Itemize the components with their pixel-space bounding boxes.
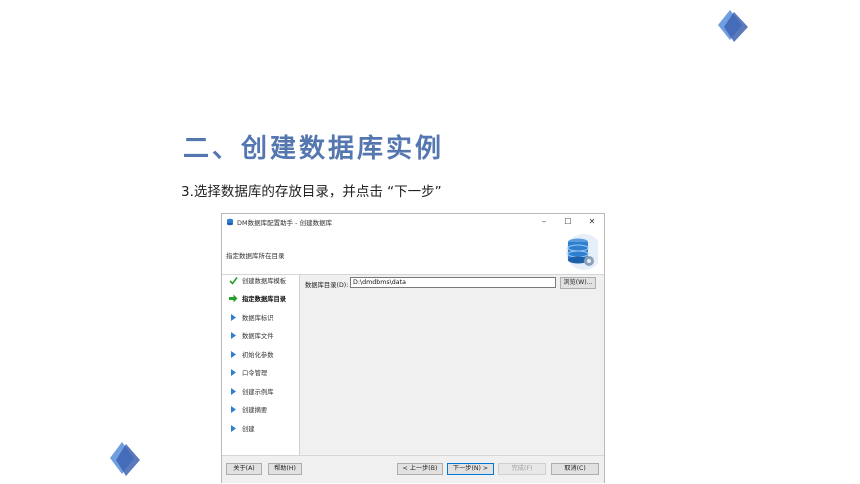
diamond-decoration-bottom xyxy=(110,442,140,476)
title-bar[interactable]: DM数据库配置助手 - 创建数据库 – ☐ ✕ xyxy=(222,214,604,230)
app-icon xyxy=(227,218,233,226)
step-db-identity: 数据库标识 xyxy=(228,312,273,322)
step-db-files: 数据库文件 xyxy=(228,331,273,341)
about-button[interactable]: 关于(A) xyxy=(226,463,262,475)
browse-button[interactable]: 浏览(W)... xyxy=(560,277,596,289)
db-directory-label: 数据库目录(D): xyxy=(305,282,349,289)
triangle-right-icon xyxy=(228,349,238,359)
minimize-button[interactable]: – xyxy=(532,214,556,230)
next-button[interactable]: 下一步(N) > xyxy=(447,463,494,475)
step-create-template: 创建数据库模板 xyxy=(228,275,286,285)
step-summary: 创建摘要 xyxy=(228,405,267,415)
step-sample-db: 创建示例库 xyxy=(228,386,273,396)
triangle-right-icon xyxy=(228,368,238,378)
maximize-button[interactable]: ☐ xyxy=(556,214,580,230)
check-icon xyxy=(228,275,238,285)
close-button[interactable]: ✕ xyxy=(580,214,604,230)
step-create: 创建 xyxy=(228,423,255,433)
finish-button: 完成(F) xyxy=(498,463,546,475)
triangle-right-icon xyxy=(228,331,238,341)
triangle-right-icon xyxy=(228,386,238,396)
step-init-params: 初始化参数 xyxy=(228,349,273,359)
step-db-directory: 指定数据库目录 xyxy=(228,294,286,304)
content-area: 数据库目录(D): 浏览(W)... xyxy=(300,275,604,455)
step-password-mgmt: 口令管理 xyxy=(228,368,267,378)
database-icon xyxy=(566,234,598,270)
wizard-header: 指定数据库所在目录 xyxy=(222,230,604,275)
triangle-right-icon xyxy=(228,312,238,322)
triangle-right-icon xyxy=(228,423,238,433)
dm-config-window: DM数据库配置助手 - 创建数据库 – ☐ ✕ 指定数据库所在目录 创建数据库模… xyxy=(221,213,605,483)
steps-panel: 创建数据库模板 指定数据库目录 数据库标识 数据库文件 初始化参数 口令管理 创… xyxy=(222,275,300,455)
slide-title: 二、创建数据库实例 xyxy=(183,134,445,164)
help-button[interactable]: 帮助(H) xyxy=(268,463,302,475)
arrow-right-icon xyxy=(228,294,238,304)
cancel-button[interactable]: 取消(C) xyxy=(551,463,599,475)
slide-subtitle: 3.选择数据库的存放目录，并点击 “下一步” xyxy=(181,184,442,200)
wizard-footer: 关于(A) 帮助(H) < 上一步(B) 下一步(N) > 完成(F) 取消(C… xyxy=(222,455,604,483)
db-directory-input[interactable] xyxy=(350,277,556,288)
window-title: DM数据库配置助手 - 创建数据库 xyxy=(237,219,333,227)
prev-button[interactable]: < 上一步(B) xyxy=(397,463,443,475)
header-label: 指定数据库所在目录 xyxy=(226,252,285,260)
triangle-right-icon xyxy=(228,405,238,415)
diamond-decoration-top xyxy=(718,10,748,42)
